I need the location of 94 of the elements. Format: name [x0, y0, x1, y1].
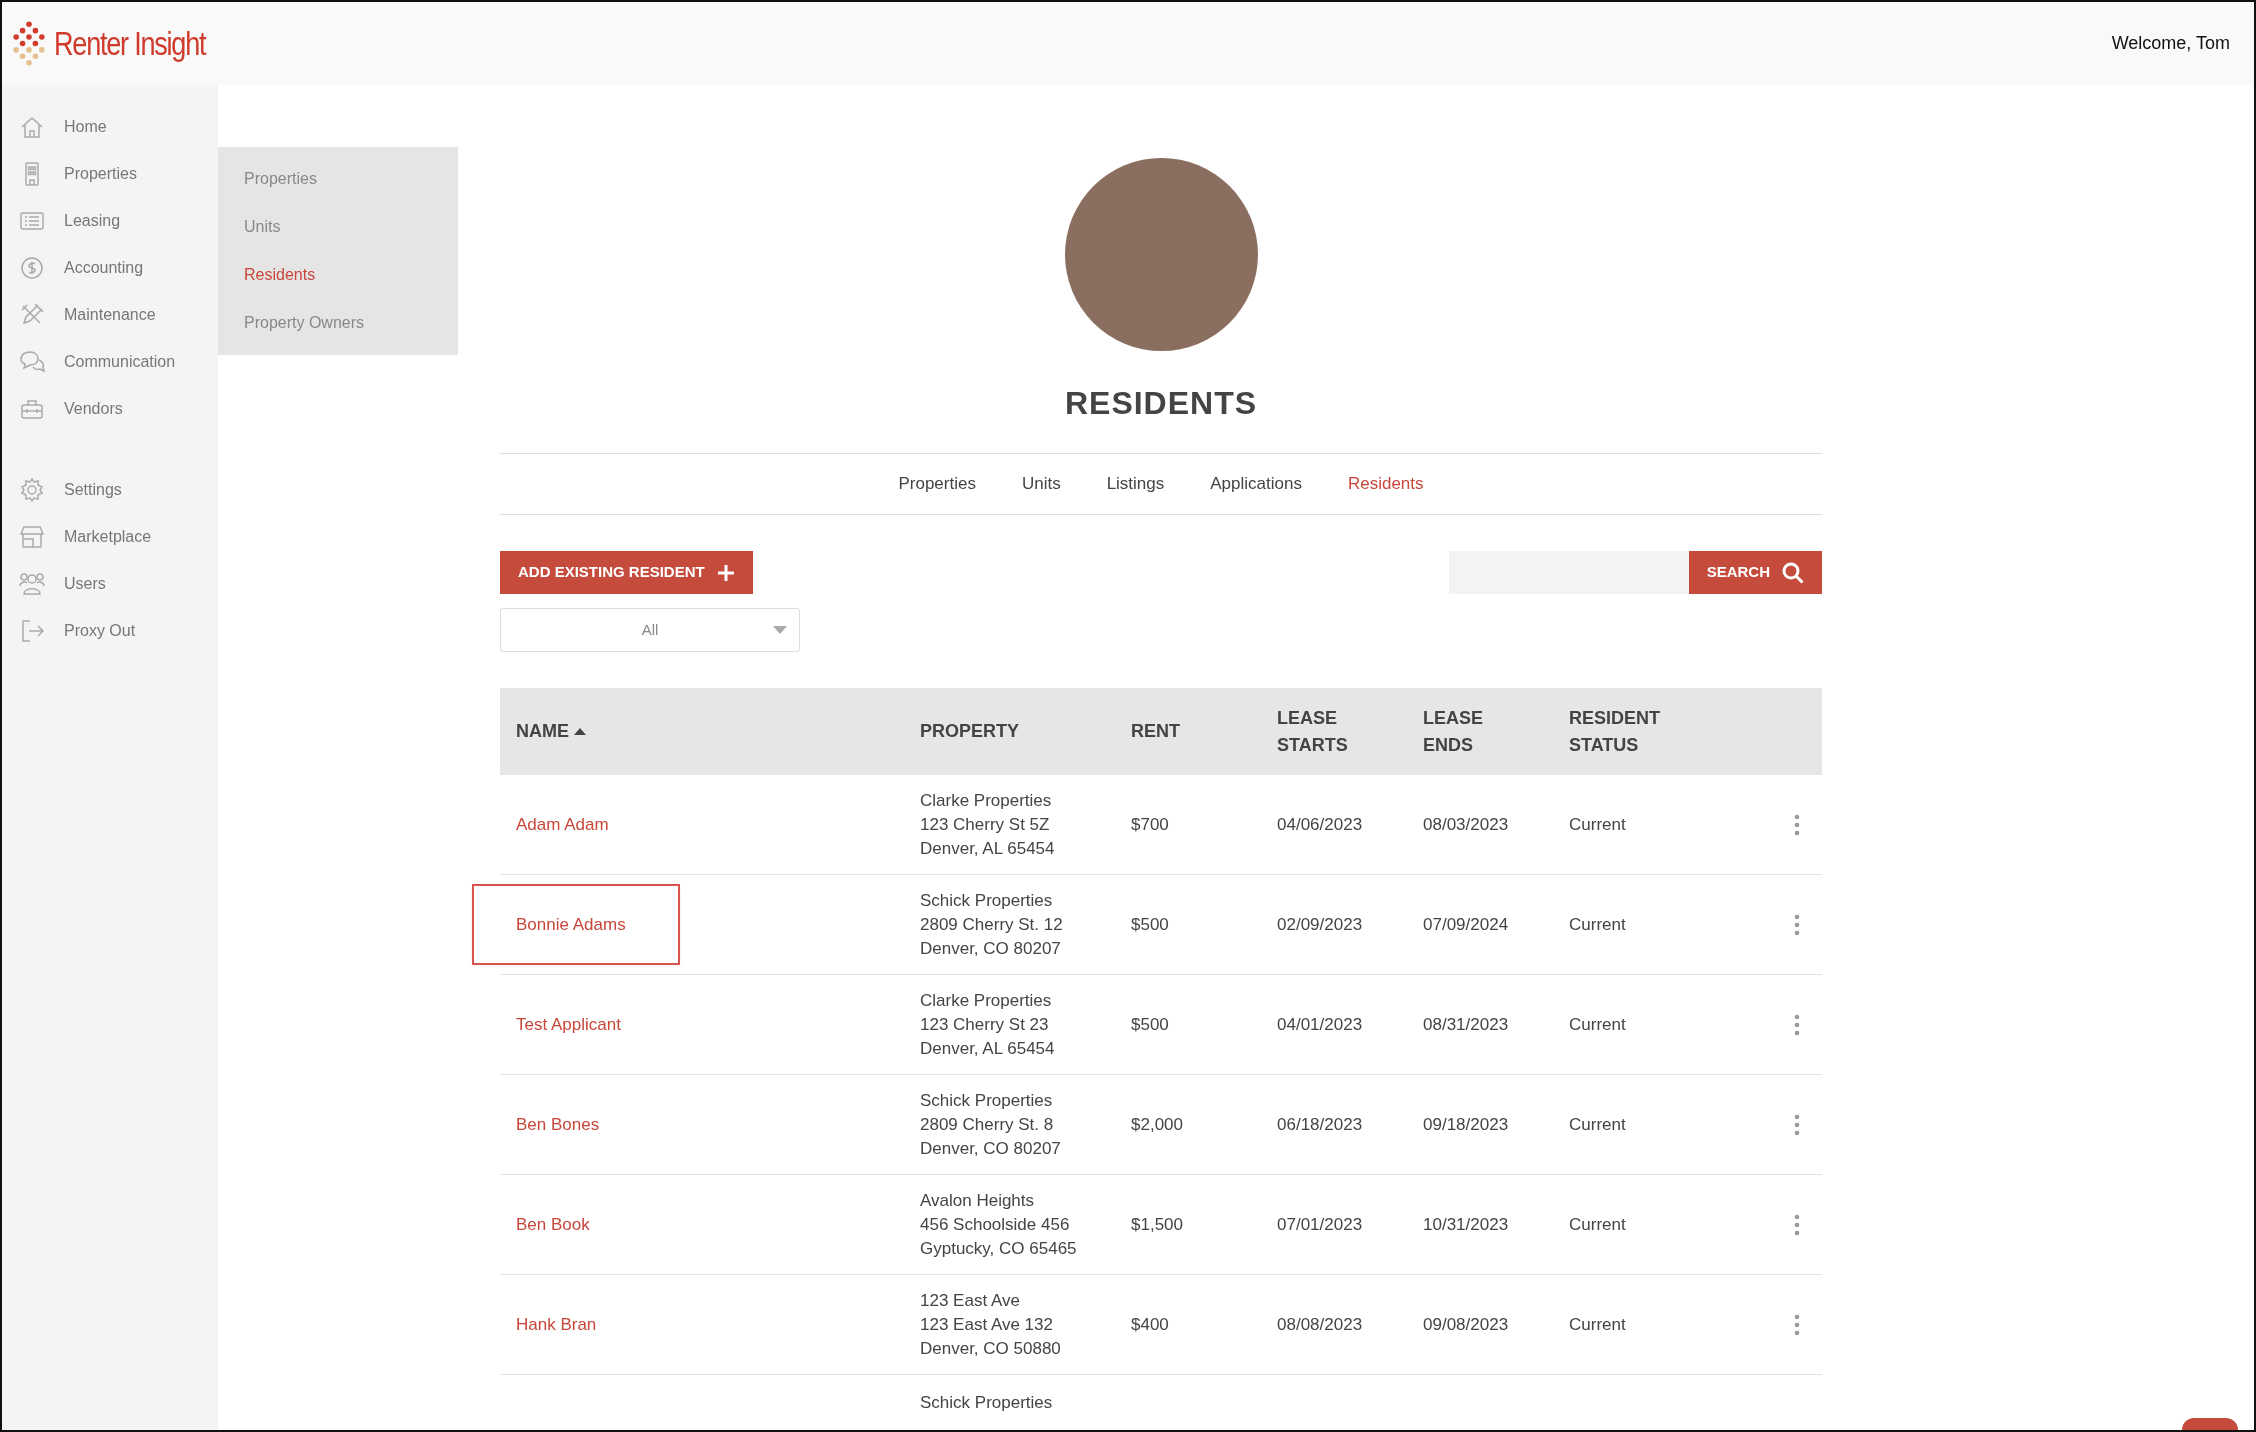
date-cell: 10/31/2023	[1423, 1214, 1509, 1234]
filter-dropdown[interactable]: All	[500, 608, 800, 652]
more-options-icon[interactable]	[1794, 1213, 1800, 1236]
rent-cell: $700	[1131, 814, 1169, 834]
column-header[interactable]: RENT	[1131, 718, 1180, 745]
status-cell: Current	[1569, 814, 1626, 834]
sidebar-item[interactable]: Properties	[2, 150, 218, 197]
sidebar-item[interactable]: Accounting	[2, 244, 218, 291]
logo-text[interactable]: Renter Insight	[54, 18, 206, 69]
sidebar-item[interactable]: Maintenance	[2, 291, 218, 338]
page-title: RESIDENTS	[1063, 384, 1259, 423]
property-address: 2809 Cherry St. 12	[920, 913, 1064, 936]
property-address: Schick Properties	[920, 1089, 1054, 1112]
date-cell: 07/01/2023	[1277, 1214, 1363, 1234]
submenu-item[interactable]: Units	[218, 203, 458, 251]
status-cell: Current	[1569, 1314, 1626, 1334]
date-cell: 04/01/2023	[1277, 1014, 1363, 1034]
more-options-icon[interactable]	[1794, 813, 1800, 836]
property-address: Clarke Properties	[920, 789, 1053, 812]
tab[interactable]: Listings	[1106, 471, 1165, 497]
status-cell: Current	[1569, 1214, 1626, 1234]
sidebar-item[interactable]: Leasing	[2, 197, 218, 244]
date-cell: 08/08/2023	[1277, 1314, 1363, 1334]
property-address: Gyptucky, CO 65465	[920, 1237, 1078, 1260]
property-address: 2809 Cherry St. 8	[920, 1113, 1055, 1136]
submenu-item[interactable]: Residents	[218, 251, 458, 299]
property-address: Schick Properties	[920, 1392, 1054, 1414]
nav-icon	[18, 475, 46, 504]
property-address: 123 Cherry St 5Z	[920, 813, 1051, 836]
search-button[interactable]: SEARCH	[1688, 551, 1822, 594]
property-address: Clarke Properties	[920, 989, 1053, 1012]
more-options-icon[interactable]	[1794, 1013, 1800, 1036]
resident-name-link[interactable]: Adam Adam	[516, 814, 609, 834]
sidebar-item[interactable]: Proxy Out	[2, 607, 218, 654]
sidebar-item[interactable]: Home	[2, 103, 218, 150]
resident-name-link[interactable]: Bonnie Adams	[474, 885, 678, 964]
sidebar-item[interactable]: Marketplace	[2, 513, 218, 560]
add-resident-button[interactable]: ADD EXISTING RESIDENT	[500, 551, 753, 594]
more-options-icon[interactable]	[1794, 913, 1800, 936]
rent-cell: $2,000	[1131, 1114, 1183, 1134]
resident-name-link[interactable]: Ben Bones	[516, 1114, 600, 1134]
date-cell: 08/31/2023	[1423, 1014, 1509, 1034]
property-address: 123 East Ave	[920, 1289, 1021, 1312]
submenu-item[interactable]: Properties	[218, 155, 458, 203]
property-address: Denver, CO 50880	[920, 1337, 1062, 1360]
chat-button[interactable]	[2182, 1418, 2238, 1430]
rent-cell: $500	[1131, 1014, 1169, 1034]
status-cell: Current	[1569, 914, 1626, 934]
property-address: Denver, CO 80207	[920, 937, 1062, 960]
property-address: Avalon Heights	[920, 1189, 1036, 1212]
status-cell: Current	[1569, 1114, 1626, 1134]
date-cell: 04/06/2023	[1277, 814, 1363, 834]
plus-icon	[716, 563, 735, 582]
property-address: Denver, AL 65454	[920, 837, 1056, 860]
column-header[interactable]: NAME	[516, 718, 586, 745]
resident-name-link[interactable]: Test Applicant	[516, 1014, 621, 1034]
rent-cell: $400	[1131, 1314, 1169, 1334]
column-header[interactable]: PROPERTY	[920, 718, 1020, 745]
column-header[interactable]: LEASE ENDS	[1423, 705, 1533, 758]
more-options-icon[interactable]	[1794, 1113, 1800, 1136]
logo-icon	[12, 20, 46, 67]
property-address: Schick Properties	[920, 889, 1054, 912]
welcome-text: Welcome, Tom	[2111, 32, 2230, 55]
tab[interactable]: Applications	[1210, 471, 1302, 497]
search-icon	[1782, 561, 1804, 584]
date-cell: 09/18/2023	[1423, 1114, 1509, 1134]
date-cell: 07/09/2024	[1423, 914, 1509, 934]
date-cell: 02/09/2023	[1277, 914, 1363, 934]
property-address: Denver, AL 65454	[920, 1037, 1056, 1060]
submenu-item[interactable]: Property Owners	[218, 299, 458, 347]
sidebar-item[interactable]: Settings	[2, 466, 218, 513]
property-address: Denver, CO 80207	[920, 1137, 1062, 1160]
date-cell: 06/18/2023	[1277, 1114, 1363, 1134]
status-cell: Current	[1569, 1014, 1626, 1034]
rent-cell: $500	[1131, 914, 1169, 934]
sidebar-item[interactable]: Communication	[2, 338, 218, 385]
date-cell: 09/08/2023	[1423, 1314, 1509, 1334]
date-cell: 08/03/2023	[1423, 814, 1509, 834]
caret-icon	[773, 626, 787, 634]
search-field[interactable]	[1448, 551, 1689, 594]
tab[interactable]: Units	[1021, 471, 1061, 497]
column-header[interactable]: RESIDENT STATUS	[1569, 705, 1679, 758]
rent-cell: $1,500	[1131, 1214, 1183, 1234]
resident-name-link[interactable]: Ben Book	[516, 1214, 590, 1234]
property-address: 123 Cherry St 23	[920, 1013, 1050, 1036]
sidebar-item[interactable]: Users	[2, 560, 218, 607]
resident-name-link[interactable]: Hank Bran	[516, 1314, 597, 1334]
tab[interactable]: Residents	[1347, 471, 1424, 497]
property-address: 123 East Ave 132	[920, 1313, 1054, 1336]
property-address: 456 Schoolside 456	[920, 1213, 1071, 1236]
tab[interactable]: Properties	[898, 471, 976, 497]
sidebar-item[interactable]: Vendors	[2, 385, 218, 432]
column-header[interactable]: LEASE STARTS	[1277, 705, 1387, 758]
more-options-icon[interactable]	[1794, 1313, 1800, 1336]
